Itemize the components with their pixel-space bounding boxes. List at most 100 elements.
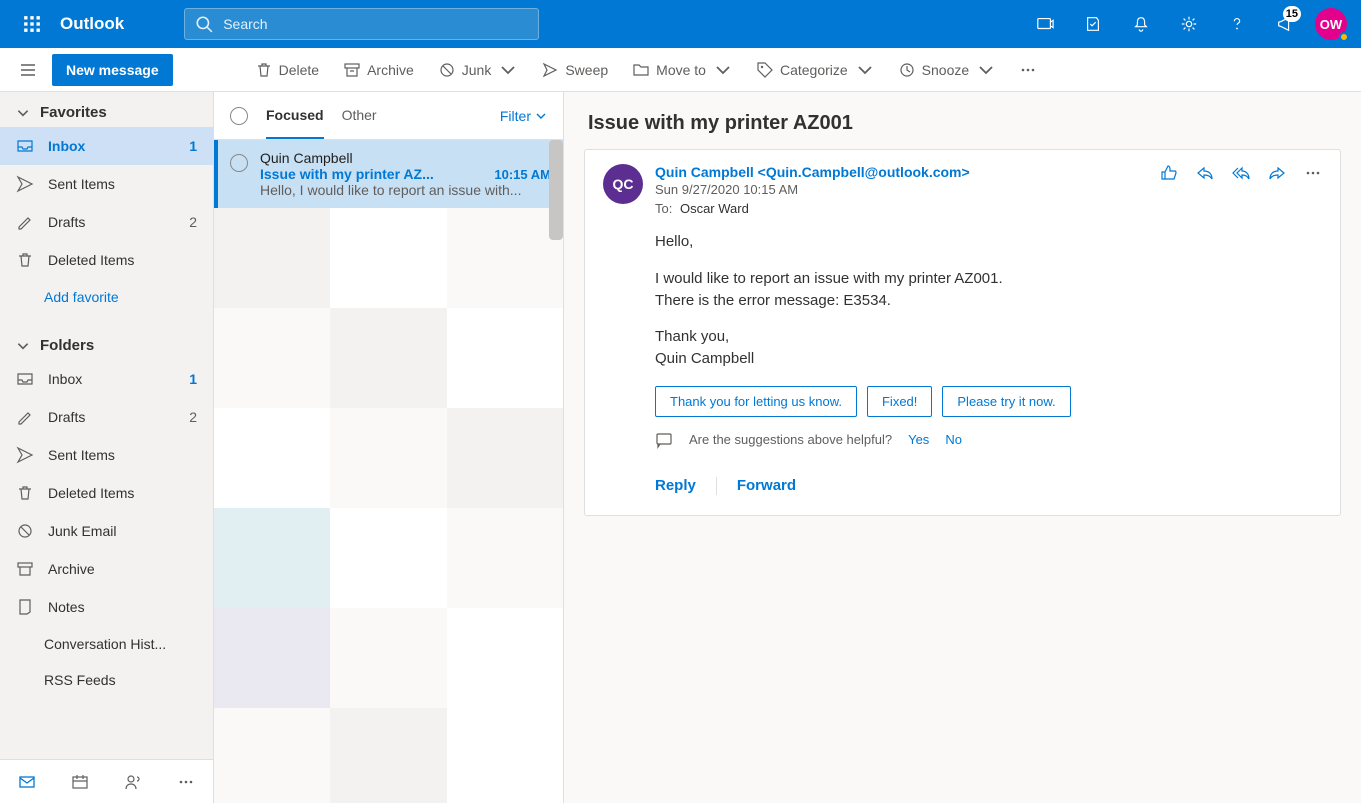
junk-button[interactable]: Junk [426,48,530,92]
send-icon [16,175,34,193]
notifications-button[interactable] [1117,0,1165,48]
folder-item-deleted[interactable]: Deleted Items [0,474,213,512]
message-list-skeleton [214,208,563,803]
account-avatar[interactable]: OW [1315,8,1347,40]
nav-item-count: 2 [189,214,197,230]
pivot-focused[interactable]: Focused [266,93,324,139]
nav-item-sent[interactable]: Sent Items [0,165,213,203]
suggested-reply-button[interactable]: Thank you for letting us know. [655,386,857,417]
message-preview: Hello, I would like to report an issue w… [260,182,551,198]
folder-item-inbox[interactable]: Inbox 1 [0,360,213,398]
tasks-icon [1084,15,1102,33]
reply-all-icon [1232,164,1250,182]
avatar-initials: OW [1320,17,1342,32]
tasks-button[interactable] [1069,0,1117,48]
favorites-section-header[interactable]: Favorites [0,92,213,127]
nav-item-label: Archive [48,561,197,577]
reply-icon [1196,164,1214,182]
nav-item-label: Drafts [48,214,175,230]
delete-label: Delete [279,62,319,78]
feedback-prompt: Are the suggestions above helpful? [689,432,892,447]
folders-label: Folders [40,337,94,354]
footer-more-button[interactable] [160,760,213,804]
nav-item-label: Notes [48,599,197,615]
reply-icon-button[interactable] [1196,164,1214,185]
like-button[interactable] [1160,164,1178,185]
add-favorite-label: Add favorite [44,289,119,305]
move-to-button[interactable]: Move to [620,48,744,92]
archive-icon [343,61,361,79]
categorize-button[interactable]: Categorize [744,48,886,92]
nav-item-count: 1 [189,138,197,154]
brand-title: Outlook [60,14,124,34]
folder-item-notes[interactable]: Notes [0,588,213,626]
chevron-down-icon [16,339,30,353]
more-actions-button[interactable] [1304,164,1322,185]
separator [716,477,717,495]
sweep-button[interactable]: Sweep [529,48,620,92]
folder-item-sent[interactable]: Sent Items [0,436,213,474]
nav-item-label: Conversation Hist... [44,636,197,652]
trash-icon [16,484,34,502]
sender-display[interactable]: Quin Campbell <Quin.Campbell@outlook.com… [655,164,1148,180]
search-input[interactable] [221,15,528,33]
suggested-reply-button[interactable]: Fixed! [867,386,932,417]
folder-item-drafts[interactable]: Drafts 2 [0,398,213,436]
hamburger-button[interactable] [6,48,50,92]
nav-item-label: Inbox [48,138,175,154]
snooze-button[interactable]: Snooze [886,48,1007,92]
filter-button[interactable]: Filter [500,108,547,124]
email-to-line: To: Oscar Ward [655,201,1148,216]
folder-item-conversation-history[interactable]: Conversation Hist... [0,626,213,662]
nav-item-deleted[interactable]: Deleted Items [0,241,213,279]
forward-icon [1268,164,1286,182]
feedback-yes-link[interactable]: Yes [908,432,929,447]
nav-item-drafts[interactable]: Drafts 2 [0,203,213,241]
whatsnew-button[interactable]: 15 [1261,0,1309,48]
new-message-button[interactable]: New message [52,54,173,86]
message-select-toggle[interactable] [230,154,248,172]
forward-link[interactable]: Forward [737,477,796,494]
reply-link[interactable]: Reply [655,477,696,494]
folder-item-rss[interactable]: RSS Feeds [0,662,213,698]
reading-pane: Issue with my printer AZ001 QC Quin Camp… [564,92,1361,803]
feedback-row: Are the suggestions above helpful? Yes N… [655,431,1322,449]
chevron-down-icon [977,61,995,79]
folder-item-archive[interactable]: Archive [0,550,213,588]
scrollbar-thumb[interactable] [549,140,563,240]
pivot-other[interactable]: Other [342,93,377,139]
message-list-pane: Focused Other Filter Quin Campbell Issue… [214,92,564,803]
select-all-toggle[interactable] [230,107,248,125]
footer-mail-button[interactable] [0,760,53,804]
junk-icon [438,61,456,79]
feedback-no-link[interactable]: No [945,432,962,447]
add-favorite-link[interactable]: Add favorite [0,279,213,315]
trash-icon [255,61,273,79]
send-icon [16,446,34,464]
folders-section-header[interactable]: Folders [0,325,213,360]
settings-button[interactable] [1165,0,1213,48]
more-icon [1019,61,1037,79]
suggested-reply-button[interactable]: Please try it now. [942,386,1070,417]
sweep-label: Sweep [565,62,608,78]
draft-icon [16,408,34,426]
archive-button[interactable]: Archive [331,48,426,92]
nav-item-inbox[interactable]: Inbox 1 [0,127,213,165]
app-launcher-button[interactable] [8,0,56,48]
help-button[interactable] [1213,0,1261,48]
note-icon [16,598,34,616]
footer-calendar-button[interactable] [53,760,106,804]
forward-icon-button[interactable] [1268,164,1286,185]
more-commands-button[interactable] [1007,48,1049,92]
folder-item-junk[interactable]: Junk Email [0,512,213,550]
reply-all-icon-button[interactable] [1232,164,1250,185]
teams-button[interactable] [1021,0,1069,48]
chevron-down-icon [856,61,874,79]
nav-item-label: RSS Feeds [44,672,197,688]
delete-button[interactable]: Delete [243,48,331,92]
message-from: Quin Campbell [260,150,551,166]
message-list-item[interactable]: Quin Campbell Issue with my printer AZ..… [214,140,563,208]
nav-item-label: Sent Items [48,447,197,463]
footer-people-button[interactable] [107,760,160,804]
search-box[interactable] [184,8,539,40]
